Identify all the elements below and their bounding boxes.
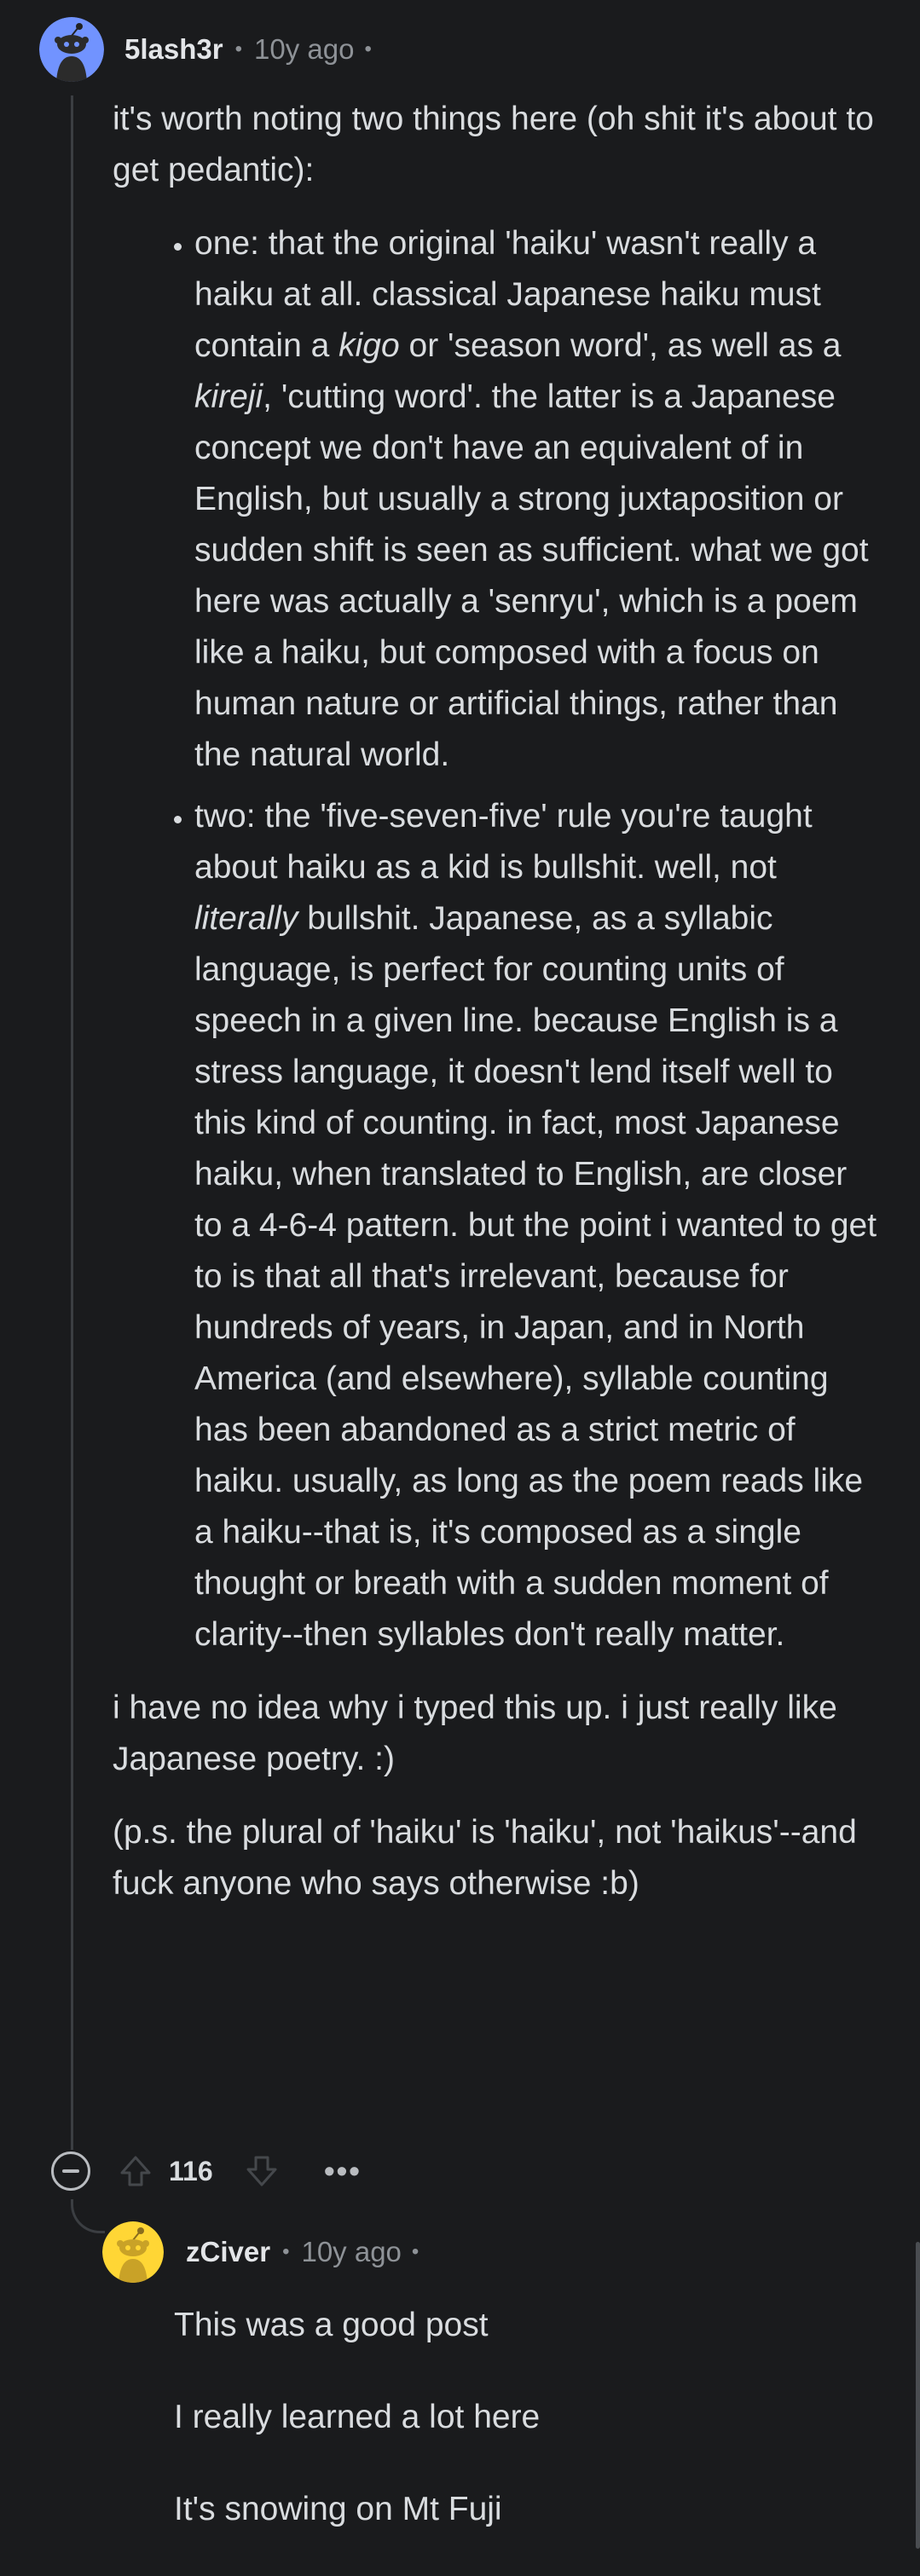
italic-term: literally <box>194 900 298 937</box>
comment-bullet-list: one: that the original 'haiku' wasn't re… <box>113 218 880 1661</box>
reply-line: This was a good post <box>174 2307 489 2343</box>
italic-term: kireji <box>194 378 263 415</box>
meta-separator: • <box>364 38 372 61</box>
comment-action-bar: 116 ••• <box>51 2148 362 2194</box>
avatar[interactable] <box>102 2221 164 2283</box>
comment-paragraph: it's worth noting two things here (oh sh… <box>113 101 874 188</box>
meta-separator: • <box>282 2240 290 2263</box>
vote-score: 116 <box>169 2155 213 2186</box>
avatar[interactable] <box>39 17 104 82</box>
snoo-avatar-icon <box>102 2221 164 2283</box>
collapse-icon[interactable] <box>51 2151 90 2191</box>
bullet-text: bullshit. Japanese, as a syllabic langua… <box>194 900 877 1653</box>
comment-body: it's worth noting two things here (oh sh… <box>113 94 880 1909</box>
comment-header: 5lash3r • 10y ago • <box>39 17 372 82</box>
reply-connector-line <box>71 2199 105 2233</box>
bullet-item: two: the 'five-seven-five' rule you're t… <box>194 791 880 1661</box>
comment-username[interactable]: 5lash3r <box>124 33 223 66</box>
bullet-text: two: the 'five-seven-five' rule you're t… <box>194 798 813 886</box>
bullet-text: or 'season word', as well as a <box>399 327 842 364</box>
bullet-item: one: that the original 'haiku' wasn't re… <box>194 218 880 781</box>
reply-line: I really learned a lot here <box>174 2399 541 2435</box>
reply-timestamp: 10y ago <box>301 2236 402 2267</box>
meta-separator: • <box>411 2240 419 2263</box>
downvote-icon[interactable] <box>242 2151 281 2191</box>
comment-paragraph: (p.s. the plural of 'haiku' is 'haiku', … <box>113 1814 857 1902</box>
italic-term: kigo <box>338 327 400 364</box>
bullet-text: , 'cutting word'. the latter is a Japane… <box>194 378 869 773</box>
reply-username[interactable]: zCiver <box>186 2236 270 2268</box>
comment-timestamp: 10y ago <box>254 33 355 65</box>
upvote-icon[interactable] <box>116 2151 155 2191</box>
thread-line <box>71 95 73 2150</box>
reply-line: It's snowing on Mt Fuji <box>174 2491 502 2527</box>
reply-body: This was a good post I really learned a … <box>174 2300 890 2576</box>
more-icon[interactable]: ••• <box>324 2153 362 2189</box>
comment-paragraph: i have no idea why i typed this up. i ju… <box>113 1689 837 1777</box>
reply-header: zCiver • 10y ago • <box>102 2221 419 2283</box>
meta-separator: • <box>234 38 242 61</box>
snoo-avatar-icon <box>39 17 104 82</box>
scrollbar[interactable] <box>916 2242 920 2549</box>
